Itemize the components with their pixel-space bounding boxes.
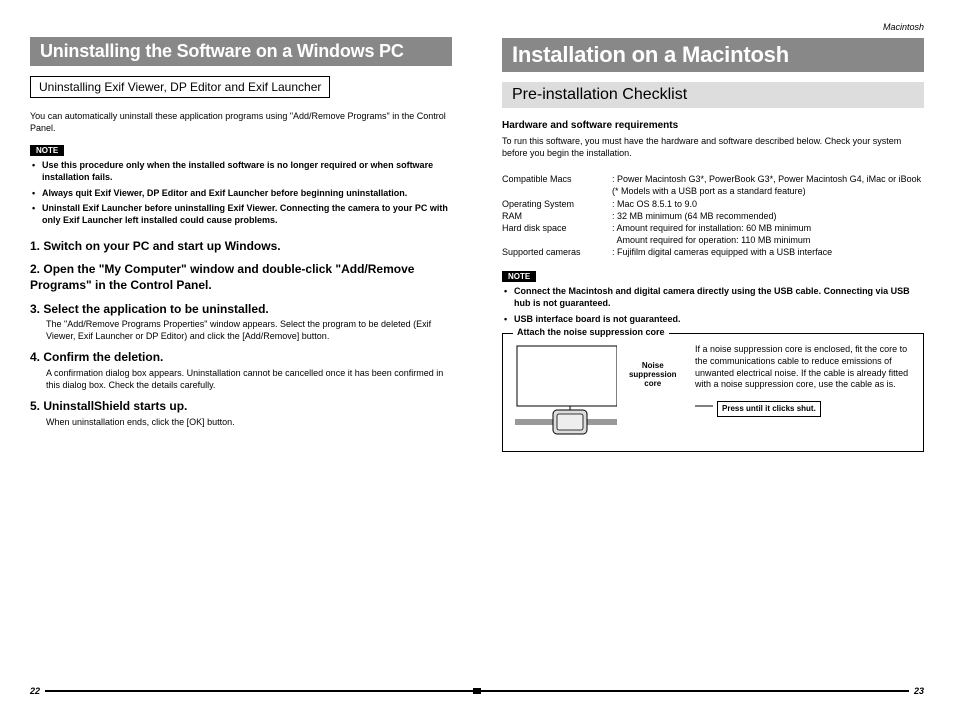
hw-intro: To run this software, you must have the …: [502, 135, 924, 159]
callout-suppression-core: suppression core: [621, 371, 685, 389]
note-bullets-right: Connect the Macintosh and digital camera…: [502, 286, 924, 329]
footer-rule-left: [45, 690, 475, 692]
steps-list: 1. Switch on your PC and start up Window…: [30, 239, 452, 437]
noise-core-box: Attach the noise suppression core: [502, 333, 924, 452]
page-number-right: 23: [914, 686, 924, 696]
req-row: Operating System : Mac OS 8.5.1 to 9.0: [502, 198, 924, 210]
note-item: Connect the Macintosh and digital camera…: [504, 286, 922, 309]
step-item: 4. Confirm the deletion. A confirmation …: [30, 350, 452, 391]
cable-diagram: Noise suppression core: [515, 344, 685, 439]
req-row: Supported cameras : Fujifilm digital cam…: [502, 246, 924, 258]
fieldset-legend: Attach the noise suppression core: [513, 327, 669, 337]
step-item: 2. Open the "My Computer" window and dou…: [30, 262, 452, 293]
step-item: 5. UninstallShield starts up. When unins…: [30, 399, 452, 428]
pointer-line-icon: [695, 401, 713, 411]
right-page: Macintosh Installation on a Macintosh Pr…: [502, 22, 924, 696]
right-title-bar: Installation on a Macintosh: [502, 38, 924, 72]
header-category: Macintosh: [502, 22, 924, 32]
step-body: The "Add/Remove Programs Properties" win…: [30, 319, 452, 342]
step-item: 3. Select the application to be uninstal…: [30, 302, 452, 343]
note-item: Use this procedure only when the install…: [32, 160, 450, 183]
page-number-left: 22: [30, 686, 40, 696]
step-body: A confirmation dialog box appears. Unins…: [30, 368, 452, 391]
section-heading: Uninstalling Exif Viewer, DP Editor and …: [30, 76, 330, 98]
right-subtitle-bar: Pre-installation Checklist: [502, 82, 924, 108]
footer-rule-right: [479, 690, 909, 692]
note-badge-right: NOTE: [502, 271, 536, 282]
step-item: 1. Switch on your PC and start up Window…: [30, 239, 452, 255]
req-row: RAM : 32 MB minimum (64 MB recommended): [502, 210, 924, 222]
left-page: Uninstalling the Software on a Windows P…: [30, 22, 452, 696]
noise-core-icon: [515, 344, 617, 439]
press-instruction: Press until it clicks shut.: [717, 401, 821, 417]
req-row: Hard disk space : Amount required for in…: [502, 222, 924, 246]
note-bullets-left: Use this procedure only when the install…: [30, 160, 452, 230]
left-title-bar: Uninstalling the Software on a Windows P…: [30, 37, 452, 66]
note-badge-left: NOTE: [30, 145, 64, 156]
req-row: Compatible Macs : Power Macintosh G3*, P…: [502, 173, 924, 197]
requirements-table: Compatible Macs : Power Macintosh G3*, P…: [502, 173, 924, 258]
footer-dot-right: [473, 688, 479, 694]
intro-text: You can automatically uninstall these ap…: [30, 110, 452, 134]
note-item: Always quit Exif Viewer, DP Editor and E…: [32, 188, 450, 200]
hw-heading: Hardware and software requirements: [502, 120, 924, 131]
note-item: USB interface board is not guaranteed.: [504, 314, 922, 326]
step-body: When uninstallation ends, click the [OK]…: [30, 417, 452, 429]
diagram-description: If a noise suppression core is enclosed,…: [695, 344, 911, 417]
note-item: Uninstall Exif Launcher before uninstall…: [32, 203, 450, 226]
